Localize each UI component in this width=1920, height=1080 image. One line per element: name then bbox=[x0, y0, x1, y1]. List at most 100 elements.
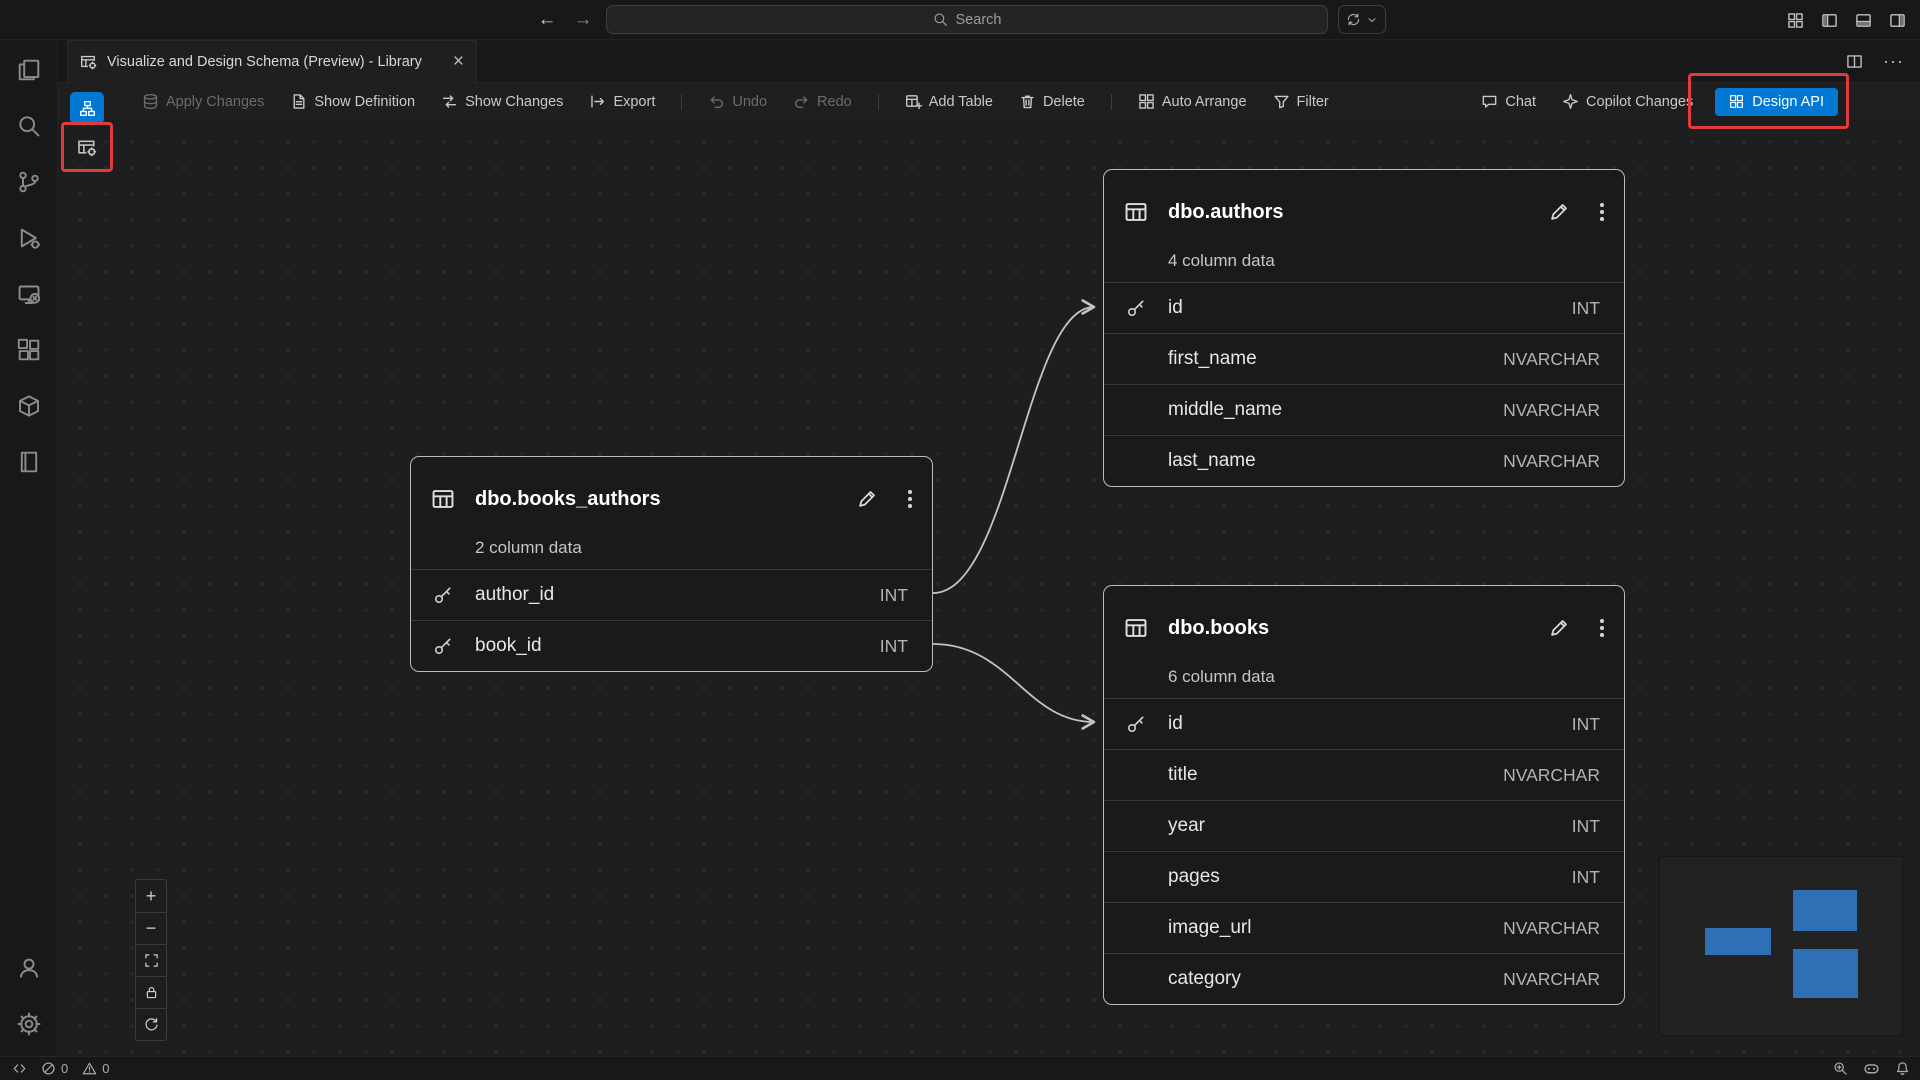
remote-window-icon[interactable] bbox=[12, 1061, 27, 1076]
edit-pencil-icon[interactable] bbox=[1548, 617, 1570, 639]
minimap-node-authors bbox=[1793, 890, 1857, 931]
settings-button[interactable] bbox=[0, 996, 57, 1052]
column-row[interactable]: last_name NVARCHAR bbox=[1104, 435, 1624, 486]
column-row[interactable]: book_id INT bbox=[411, 620, 932, 671]
warnings-indicator[interactable]: 0 bbox=[82, 1061, 109, 1076]
sidebar-item-notebook[interactable] bbox=[0, 434, 57, 490]
apply-changes-icon bbox=[142, 93, 159, 110]
chat-button[interactable]: Chat bbox=[1481, 93, 1536, 110]
panel-left-icon[interactable] bbox=[1821, 12, 1838, 29]
sidebar-item-database[interactable] bbox=[0, 378, 57, 434]
copilot-status-icon[interactable] bbox=[1863, 1060, 1880, 1077]
activity-bar bbox=[0, 40, 58, 1056]
customize-layout-icon[interactable] bbox=[1787, 12, 1804, 29]
column-name: middle_name bbox=[1168, 399, 1503, 421]
notifications-bell-icon[interactable] bbox=[1895, 1061, 1910, 1076]
session-dropdown-button[interactable] bbox=[1338, 5, 1386, 34]
table-designer-button[interactable] bbox=[71, 131, 103, 163]
relationship-edge-author[interactable] bbox=[933, 307, 1094, 593]
errors-indicator[interactable]: 0 bbox=[41, 1061, 68, 1076]
zoom-out-button[interactable]: − bbox=[136, 912, 166, 944]
table-name: dbo.books bbox=[1168, 617, 1548, 640]
column-name: author_id bbox=[475, 584, 880, 606]
reset-view-button[interactable] bbox=[136, 1008, 166, 1040]
column-row[interactable]: id INT bbox=[1104, 282, 1624, 333]
primary-key-icon bbox=[431, 585, 455, 605]
auto-arrange-button[interactable]: Auto Arrange bbox=[1138, 93, 1247, 110]
schema-diagram-button[interactable] bbox=[70, 92, 104, 124]
column-type: INT bbox=[1572, 298, 1600, 319]
sidebar-item-explorer[interactable] bbox=[0, 42, 57, 98]
kebab-menu-icon[interactable] bbox=[906, 488, 914, 510]
schema-diagram-icon bbox=[79, 100, 96, 117]
undo-button[interactable]: Undo bbox=[708, 93, 767, 110]
window-titlebar: ← → Search bbox=[0, 0, 1920, 40]
add-table-button[interactable]: Add Table bbox=[905, 93, 993, 110]
edges-layer bbox=[58, 120, 1920, 1056]
table-node-authors[interactable]: dbo.authors 4 column data id INT first_n… bbox=[1103, 169, 1625, 487]
kebab-menu-icon[interactable] bbox=[1598, 201, 1606, 223]
copilot-changes-button[interactable]: Copilot Changes bbox=[1562, 93, 1693, 110]
account-button[interactable] bbox=[0, 940, 57, 996]
tab-title: Visualize and Design Schema (Preview) - … bbox=[107, 54, 443, 70]
export-button[interactable]: Export bbox=[589, 93, 655, 110]
sidebar-item-run-debug[interactable] bbox=[0, 210, 57, 266]
sidebar-item-source-control[interactable] bbox=[0, 154, 57, 210]
edit-pencil-icon[interactable] bbox=[1548, 201, 1570, 223]
editor-area: Visualize and Design Schema (Preview) - … bbox=[58, 40, 1920, 1056]
design-api-button[interactable]: Design API bbox=[1715, 88, 1838, 116]
show-definition-button[interactable]: Show Definition bbox=[290, 93, 415, 110]
tab-schema-designer[interactable]: Visualize and Design Schema (Preview) - … bbox=[67, 40, 477, 82]
column-type: INT bbox=[880, 585, 908, 606]
column-row[interactable]: first_name NVARCHAR bbox=[1104, 333, 1624, 384]
delete-button[interactable]: Delete bbox=[1019, 93, 1085, 110]
minimap[interactable] bbox=[1660, 857, 1902, 1035]
more-actions-icon[interactable]: ··· bbox=[1883, 57, 1904, 66]
search-icon bbox=[933, 12, 948, 27]
fit-view-button[interactable] bbox=[136, 944, 166, 976]
zoom-indicator-icon[interactable] bbox=[1833, 1061, 1848, 1076]
table-node-books-authors[interactable]: dbo.books_authors 2 column data author_i… bbox=[410, 456, 933, 672]
kebab-menu-icon[interactable] bbox=[1598, 617, 1606, 639]
column-row[interactable]: category NVARCHAR bbox=[1104, 953, 1624, 1004]
lock-button[interactable] bbox=[136, 976, 166, 1008]
column-type: NVARCHAR bbox=[1503, 349, 1600, 370]
back-icon[interactable]: ← bbox=[534, 9, 560, 31]
forward-icon[interactable]: → bbox=[570, 9, 596, 31]
column-row[interactable]: middle_name NVARCHAR bbox=[1104, 384, 1624, 435]
column-row[interactable]: year INT bbox=[1104, 800, 1624, 851]
column-name: title bbox=[1168, 764, 1503, 786]
column-count: 4 column data bbox=[1104, 240, 1624, 282]
column-count: 6 column data bbox=[1104, 656, 1624, 698]
column-row[interactable]: title NVARCHAR bbox=[1104, 749, 1624, 800]
close-icon[interactable]: × bbox=[453, 52, 464, 71]
column-row[interactable]: image_url NVARCHAR bbox=[1104, 902, 1624, 953]
remote-explorer-icon bbox=[17, 282, 41, 306]
settings-gear-icon bbox=[17, 1012, 41, 1036]
zoom-in-button[interactable]: + bbox=[136, 880, 166, 912]
panel-right-icon[interactable] bbox=[1889, 12, 1906, 29]
column-row[interactable]: author_id INT bbox=[411, 569, 932, 620]
designer-side-toolbar bbox=[70, 92, 104, 163]
sidebar-item-remote-explorer[interactable] bbox=[0, 266, 57, 322]
apply-changes-button[interactable]: Apply Changes bbox=[142, 93, 264, 110]
edit-pencil-icon[interactable] bbox=[856, 488, 878, 510]
filter-button[interactable]: Filter bbox=[1273, 93, 1329, 110]
redo-button[interactable]: Redo bbox=[793, 93, 852, 110]
panel-bottom-icon[interactable] bbox=[1855, 12, 1872, 29]
sync-icon bbox=[1346, 12, 1361, 27]
schema-canvas[interactable]: dbo.books_authors 2 column data author_i… bbox=[58, 120, 1920, 1056]
column-row[interactable]: id INT bbox=[1104, 698, 1624, 749]
relationship-edge-book[interactable] bbox=[933, 644, 1094, 722]
sidebar-item-search[interactable] bbox=[0, 98, 57, 154]
search-input[interactable]: Search bbox=[606, 5, 1328, 34]
table-node-books[interactable]: dbo.books 6 column data id INT title NVA… bbox=[1103, 585, 1625, 1005]
column-row[interactable]: pages INT bbox=[1104, 851, 1624, 902]
extensions-icon bbox=[17, 338, 41, 362]
table-header: dbo.authors bbox=[1104, 170, 1624, 240]
redo-label: Redo bbox=[817, 94, 852, 110]
sidebar-item-extensions[interactable] bbox=[0, 322, 57, 378]
warnings-count: 0 bbox=[102, 1061, 109, 1076]
split-editor-icon[interactable] bbox=[1846, 53, 1863, 70]
show-changes-button[interactable]: Show Changes bbox=[441, 93, 563, 110]
